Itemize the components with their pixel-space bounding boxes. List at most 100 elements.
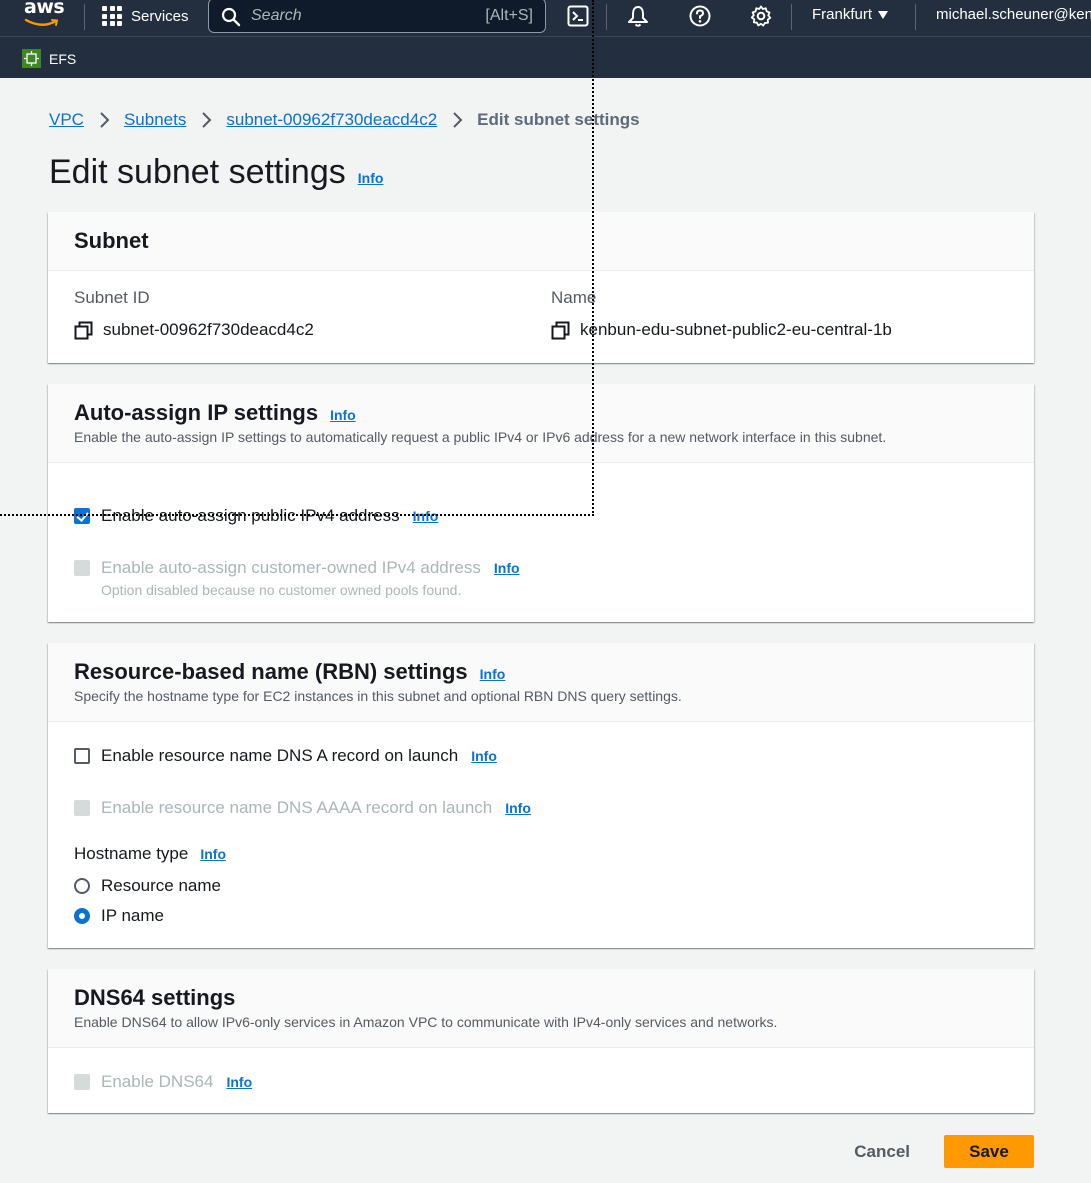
resource-name-label[interactable]: Resource name [101, 876, 221, 896]
customer-owned-info-link[interactable]: Info [494, 560, 520, 576]
dns-aaaa-info-link[interactable]: Info [505, 800, 531, 816]
form-actions: Cancel Save [846, 1135, 1034, 1168]
public-ipv4-label[interactable]: Enable auto-assign public IPv4 address [101, 506, 400, 526]
services-label: Services [131, 7, 189, 25]
caret-down-icon [878, 10, 889, 19]
ip-name-radio[interactable] [74, 908, 90, 924]
enable-dns64-checkbox [74, 1074, 90, 1090]
page-info-link[interactable]: Info [358, 170, 384, 186]
save-button[interactable]: Save [944, 1135, 1034, 1168]
subnet-panel-title: Subnet [74, 228, 149, 253]
public-ipv4-info-link[interactable]: Info [413, 508, 439, 524]
favorites-bar: EFS [0, 36, 1091, 78]
subnet-panel-header: Subnet [48, 212, 1034, 271]
auto-assign-ip-panel: Auto-assign IP settings Info Enable the … [48, 384, 1034, 622]
subnet-name-label: Name [551, 288, 597, 307]
cloudshell-icon[interactable] [566, 4, 590, 28]
auto-assign-title-row: Auto-assign IP settings Info [74, 400, 356, 426]
customer-owned-disabled-note: Option disabled because no customer owne… [101, 582, 462, 598]
hostname-resource-name-option[interactable]: Resource name [74, 876, 221, 896]
cancel-button[interactable]: Cancel [846, 1142, 918, 1162]
customer-owned-ipv4-option: Enable auto-assign customer-owned IPv4 a… [74, 558, 520, 578]
auto-assign-title: Auto-assign IP settings [74, 400, 319, 425]
dns64-description: Enable DNS64 to allow IPv6-only services… [74, 1014, 778, 1030]
dns64-info-link[interactable]: Info [226, 1074, 252, 1090]
chevron-right-icon [100, 112, 110, 128]
hostname-type-info-link[interactable]: Info [200, 846, 226, 862]
hostname-ip-name-option[interactable]: IP name [74, 906, 164, 926]
favorite-efs-label: EFS [49, 50, 77, 67]
favorite-efs[interactable]: EFS [22, 49, 76, 68]
auto-assign-description: Enable the auto-assign IP settings to au… [74, 429, 887, 445]
page-header: Edit subnet settings Info [49, 153, 383, 192]
dns64-title: DNS64 settings [74, 985, 236, 1010]
resource-name-radio[interactable] [74, 878, 90, 894]
region-label: Frankfurt [812, 6, 873, 23]
enable-dns64-option: Enable DNS64 Info [74, 1072, 252, 1092]
dns64-settings-panel: DNS64 settings Enable DNS64 to allow IPv… [48, 969, 1034, 1113]
rbn-title-row: Resource-based name (RBN) settings Info [74, 659, 505, 685]
breadcrumb-vpc-link[interactable]: VPC [49, 110, 84, 130]
dns-a-info-link[interactable]: Info [471, 748, 497, 764]
subnet-panel: Subnet Subnet ID subnet-00962f730deacd4c… [48, 212, 1034, 363]
account-menu[interactable]: michael.scheuner@ken [936, 6, 1091, 23]
rbn-description: Specify the hostname type for EC2 instan… [74, 688, 682, 704]
subnet-name-text: kenbun-edu-subnet-public2-eu-central-1b [580, 320, 892, 339]
public-ipv4-option: Enable auto-assign public IPv4 address I… [74, 506, 438, 526]
dns64-title-row: DNS64 settings [74, 985, 235, 1011]
search-icon [221, 7, 241, 27]
breadcrumb: VPC Subnets subnet-00962f730deacd4c2 Edi… [49, 110, 640, 130]
hostname-type-label: Hostname type [74, 844, 189, 863]
dns-a-record-option: Enable resource name DNS A record on lau… [74, 746, 497, 766]
subnet-id-label: Subnet ID [74, 288, 150, 307]
subnet-id-value: subnet-00962f730deacd4c2 [74, 320, 314, 340]
rbn-title: Resource-based name (RBN) settings [74, 659, 468, 684]
nav-main-row: aws Services [Alt+S] [0, 0, 1091, 36]
ip-name-label[interactable]: IP name [101, 906, 164, 926]
dns64-panel-header: DNS64 settings Enable DNS64 to allow IPv… [48, 969, 1034, 1048]
dns-aaaa-record-checkbox [74, 800, 90, 816]
global-search[interactable]: [Alt+S] [208, 0, 546, 33]
customer-owned-ipv4-label: Enable auto-assign customer-owned IPv4 a… [101, 558, 481, 577]
region-selector[interactable]: Frankfurt [812, 6, 889, 23]
rbn-settings-panel: Resource-based name (RBN) settings Info … [48, 643, 1034, 948]
services-grid-icon [102, 6, 122, 26]
nav-divider [84, 4, 85, 30]
aws-logo[interactable]: aws [22, 0, 65, 30]
subnet-name-value: kenbun-edu-subnet-public2-eu-central-1b [551, 320, 892, 340]
settings-gear-icon[interactable] [749, 4, 773, 28]
nav-divider [915, 4, 916, 30]
search-shortcut-hint: [Alt+S] [485, 7, 533, 24]
chevron-right-icon [202, 112, 212, 128]
dns-a-record-label[interactable]: Enable resource name DNS A record on lau… [101, 746, 458, 766]
dns-aaaa-record-option: Enable resource name DNS AAAA record on … [74, 798, 531, 818]
breadcrumb-current: Edit subnet settings [477, 110, 640, 129]
chevron-right-icon [453, 112, 463, 128]
efs-service-icon [22, 49, 41, 68]
subnet-panel-title-row: Subnet [74, 228, 149, 254]
aws-smile-icon [24, 18, 59, 26]
search-input[interactable] [251, 3, 471, 29]
services-menu-button[interactable]: Services [102, 4, 189, 28]
dns-aaaa-record-label: Enable resource name DNS AAAA record on … [101, 798, 493, 817]
aws-logo-text: aws [24, 0, 65, 18]
subnet-id-text: subnet-00962f730deacd4c2 [103, 320, 314, 339]
dns-a-record-checkbox[interactable] [74, 748, 90, 764]
breadcrumb-subnet-link[interactable]: subnet-00962f730deacd4c2 [226, 110, 437, 130]
nav-divider [791, 4, 792, 30]
help-icon[interactable] [688, 4, 712, 28]
customer-owned-ipv4-checkbox [74, 560, 90, 576]
enable-dns64-label: Enable DNS64 [101, 1072, 214, 1091]
page-title: Edit subnet settings [49, 153, 346, 191]
copy-icon[interactable] [74, 321, 93, 340]
hostname-type-label-row: Hostname type Info [74, 844, 226, 864]
breadcrumb-subnets-link[interactable]: Subnets [124, 110, 186, 130]
rbn-panel-header: Resource-based name (RBN) settings Info … [48, 643, 1034, 722]
rbn-info-link[interactable]: Info [480, 666, 506, 682]
public-ipv4-checkbox[interactable] [74, 508, 90, 524]
copy-icon[interactable] [551, 321, 570, 340]
notifications-bell-icon[interactable] [626, 4, 650, 28]
auto-assign-info-link[interactable]: Info [330, 407, 356, 423]
auto-assign-panel-header: Auto-assign IP settings Info Enable the … [48, 384, 1034, 463]
nav-divider [606, 4, 607, 30]
